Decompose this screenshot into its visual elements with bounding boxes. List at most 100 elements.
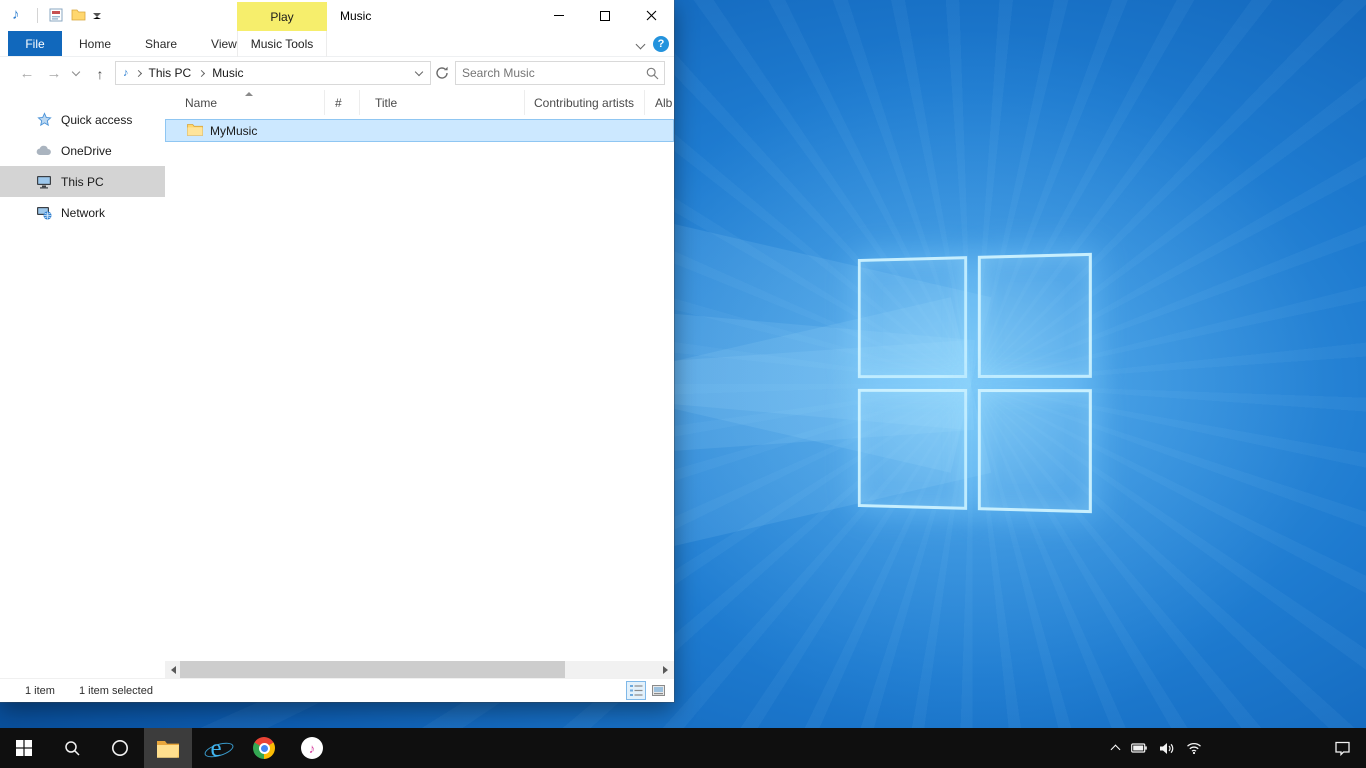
navigation-pane: Quick access OneDrive This PC Network: [0, 90, 165, 678]
details-view-icon: [630, 685, 643, 696]
address-bar[interactable]: ♪ This PC Music: [115, 61, 431, 85]
forward-button[interactable]: →: [42, 57, 66, 90]
thumbnail-view-icon: [652, 685, 665, 696]
logo-pane: [858, 388, 967, 509]
folder-icon: [187, 123, 203, 139]
recent-locations-chevron-icon[interactable]: [68, 57, 84, 90]
search-box: [455, 61, 665, 85]
view-toggle-buttons: [626, 681, 668, 700]
back-button[interactable]: ←: [14, 57, 40, 90]
qat-new-folder-icon[interactable]: [71, 8, 86, 24]
breadcrumb-this-pc[interactable]: This PC: [144, 62, 197, 84]
qat-customize-chevron-icon[interactable]: [93, 13, 101, 19]
sidebar-item-label: Network: [61, 206, 105, 220]
file-name: MyMusic: [210, 124, 257, 138]
logo-pane: [977, 389, 1092, 514]
battery-icon[interactable]: [1131, 743, 1147, 753]
sidebar-item-onedrive[interactable]: OneDrive: [0, 135, 165, 166]
windows-logo-wallpaper: [858, 253, 1092, 513]
column-headers: Name # Title Contributing artists Alb: [165, 90, 674, 115]
taskbar-file-explorer-button[interactable]: [144, 728, 192, 768]
ribbon-tab-row: File Home Share View Music Tools ?: [0, 31, 674, 57]
help-button[interactable]: ?: [653, 36, 669, 52]
column-header-title[interactable]: Title: [360, 90, 525, 115]
thumbnail-view-button[interactable]: [648, 681, 668, 700]
sort-ascending-icon: [245, 92, 253, 96]
details-view-button[interactable]: [626, 681, 646, 700]
sidebar-item-network[interactable]: Network: [0, 197, 165, 228]
status-bar: 1 item 1 item selected: [0, 678, 674, 702]
file-list-pane: Name # Title Contributing artists Alb: [165, 90, 674, 678]
column-header-contributing-artists[interactable]: Contributing artists: [525, 90, 645, 115]
location-music-icon: ♪: [123, 68, 129, 79]
scrollbar-thumb[interactable]: [180, 661, 565, 678]
chrome-icon: [253, 737, 275, 759]
close-icon: [646, 10, 657, 21]
selected-count: 1 item selected: [79, 685, 153, 697]
column-label: Alb: [655, 96, 672, 110]
cortana-button[interactable]: [96, 728, 144, 768]
contextual-tab-label: Play: [270, 10, 293, 24]
onedrive-cloud-icon: [36, 143, 52, 159]
sidebar-item-label: OneDrive: [61, 144, 112, 158]
breadcrumb-chevron-icon: [134, 69, 141, 76]
network-icon: [36, 205, 52, 221]
tab-home[interactable]: Home: [62, 31, 128, 56]
qat-properties-icon[interactable]: [49, 8, 63, 25]
show-hidden-icons-chevron-icon[interactable]: [1112, 743, 1119, 753]
refresh-button[interactable]: [434, 66, 450, 82]
search-icon[interactable]: [640, 67, 664, 80]
taskbar-chrome-button[interactable]: [240, 728, 288, 768]
logo-pane: [858, 256, 967, 377]
start-button[interactable]: [0, 728, 48, 768]
file-explorer-icon: [156, 739, 180, 758]
column-label: Name: [185, 96, 217, 110]
contextual-tab-play[interactable]: Play: [237, 2, 327, 31]
up-button[interactable]: ↑: [88, 57, 112, 90]
column-label: Contributing artists: [534, 96, 634, 110]
action-center-icon: [1334, 740, 1351, 756]
column-header-album[interactable]: Alb: [645, 90, 674, 115]
explorer-main: Quick access OneDrive This PC Network: [0, 90, 674, 678]
system-tray: [1112, 728, 1202, 768]
itunes-icon: ♪: [301, 737, 323, 759]
contextual-group-label: Music Tools: [251, 37, 313, 51]
minimize-button[interactable]: [536, 0, 582, 31]
column-header-number[interactable]: #: [325, 90, 360, 115]
minimize-icon: [554, 15, 564, 16]
breadcrumb-chevron-icon: [198, 69, 205, 76]
sidebar-item-quick-access[interactable]: Quick access: [0, 104, 165, 135]
breadcrumb-music[interactable]: Music: [207, 62, 248, 84]
ribbon-collapse-chevron-icon[interactable]: [633, 38, 647, 50]
taskbar-itunes-button[interactable]: ♪: [288, 728, 336, 768]
logo-pane: [977, 253, 1092, 378]
windows-start-icon: [16, 740, 32, 756]
window-title: Music: [340, 9, 371, 23]
tab-file[interactable]: File: [8, 31, 62, 56]
file-explorer-window: ♪ Play Music File Home Share View Music …: [0, 0, 674, 702]
taskbar: e ♪: [0, 728, 1366, 768]
column-header-name[interactable]: Name: [165, 90, 325, 115]
volume-icon[interactable]: [1159, 742, 1174, 755]
maximize-icon: [600, 11, 610, 21]
title-bar: ♪ Play Music: [0, 0, 674, 31]
taskbar-search-button[interactable]: [48, 728, 96, 768]
window-controls: [536, 0, 674, 31]
column-label: Title: [375, 96, 397, 110]
search-input[interactable]: [456, 66, 640, 80]
file-row-mymusic[interactable]: MyMusic: [165, 119, 674, 142]
horizontal-scrollbar[interactable]: [165, 661, 674, 678]
maximize-button[interactable]: [582, 0, 628, 31]
sidebar-item-this-pc[interactable]: This PC: [0, 166, 165, 197]
wifi-icon[interactable]: [1186, 742, 1202, 754]
tab-share[interactable]: Share: [128, 31, 194, 56]
close-button[interactable]: [628, 0, 674, 31]
scroll-right-arrow-icon[interactable]: [657, 661, 674, 678]
item-count: 1 item: [25, 685, 55, 697]
taskbar-internet-explorer-button[interactable]: e: [192, 728, 240, 768]
action-center-button[interactable]: [1318, 728, 1366, 768]
contextual-group-music-tools[interactable]: Music Tools: [237, 31, 327, 57]
quick-access-star-icon: [36, 112, 52, 128]
cortana-icon: [111, 739, 129, 757]
address-dropdown-chevron-icon[interactable]: [410, 62, 428, 84]
